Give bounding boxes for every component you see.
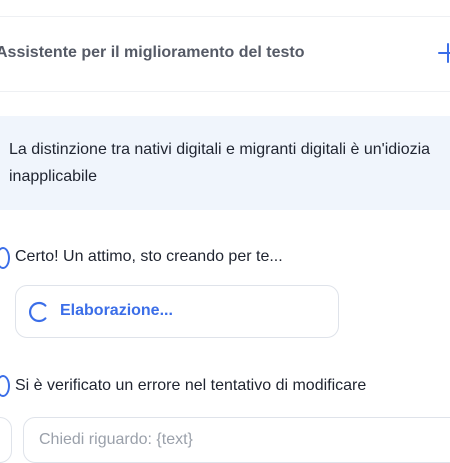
plus-icon[interactable]	[436, 41, 450, 65]
ask-input[interactable]	[23, 417, 450, 463]
user-prompt-block: La distinzione tra nativi digitali e mig…	[0, 116, 450, 210]
panel-title: Assistente per il miglioramento del test…	[0, 44, 305, 61]
error-message: Si è verificato un errore nel tentativo …	[15, 377, 367, 394]
assistant-avatar	[0, 247, 10, 269]
top-divider	[0, 0, 450, 17]
processing-card: Elaborazione...	[15, 285, 339, 338]
spinner-icon	[28, 301, 50, 323]
panel-header: Assistente per il miglioramento del test…	[0, 17, 450, 92]
assistant-message: Certo! Un attimo, sto creando per te...	[15, 248, 283, 265]
user-prompt-text: La distinzione tra nativi digitali e mig…	[9, 141, 431, 185]
assistant-avatar	[0, 375, 10, 397]
processing-label: Elaborazione...	[60, 302, 173, 319]
input-side-control[interactable]	[0, 417, 12, 463]
